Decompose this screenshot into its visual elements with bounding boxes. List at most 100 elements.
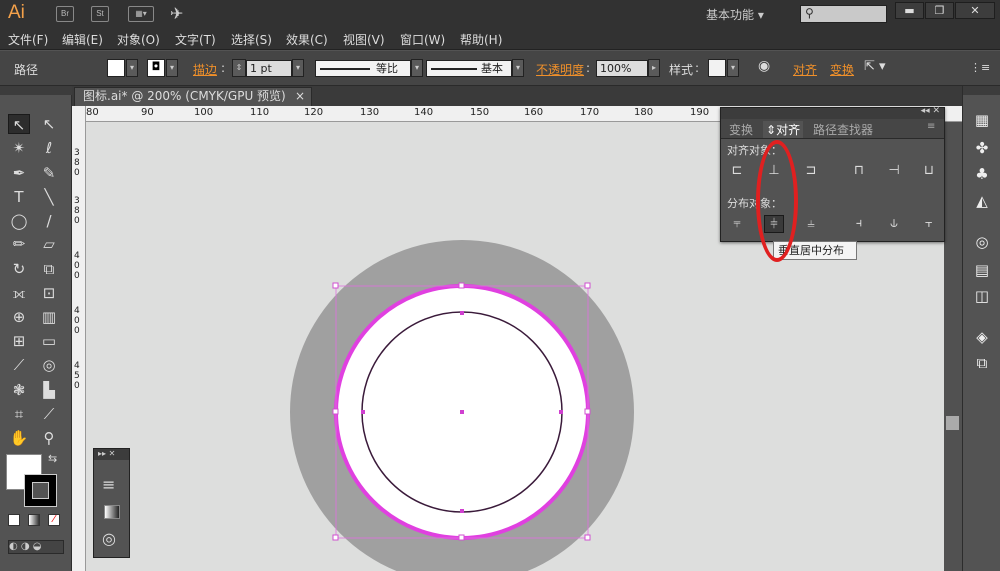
horizontal-align-left-icon[interactable]: ⊏ (727, 162, 747, 180)
scrollbar-thumb[interactable] (946, 416, 959, 430)
arrange-documents-icon[interactable]: ▦▾ (128, 6, 154, 22)
layers-icon[interactable]: ◈ (972, 327, 992, 347)
graph-tool-icon[interactable]: ▙ (38, 380, 60, 400)
magic-wand-icon[interactable]: ✴ (8, 138, 30, 158)
stroke-color-icon[interactable] (24, 474, 57, 507)
variable-width-profile[interactable]: 等比 (315, 60, 411, 77)
workspace-switcher[interactable]: 基本功能 ▾ (706, 6, 764, 23)
pen-tool-icon[interactable]: ✒ (8, 163, 30, 183)
search-input[interactable]: ⚲ (800, 5, 887, 23)
swap-colors-icon[interactable]: ⇆ (48, 452, 57, 465)
menu-view[interactable]: 视图(V) (343, 31, 385, 48)
gpu-performance-icon[interactable]: ✈ (170, 4, 183, 23)
document-tab[interactable]: 图标.ai* @ 200% (CMYK/GPU 预览) × (74, 87, 312, 106)
recolor-artwork-icon[interactable]: ◉ (758, 58, 770, 74)
tab-pathfinder[interactable]: 路径查找器 (813, 121, 873, 138)
fill-swatch[interactable] (107, 59, 125, 77)
restore-button[interactable]: ❐ (925, 2, 954, 19)
fill-dropdown[interactable]: ▾ (126, 59, 138, 77)
eyedropper-icon[interactable]: ⟋ (8, 355, 30, 375)
width-tool-icon[interactable]: ⟗ (8, 283, 30, 303)
opacity-dropdown[interactable]: ▸ (648, 59, 660, 77)
selection-tool-icon[interactable]: ↖ (8, 114, 30, 134)
gradient-panel-icon[interactable] (104, 505, 120, 519)
horizontal-distribute-right-icon[interactable]: ⫟ (919, 215, 939, 233)
transparency-panel-icon[interactable]: ◎ (102, 529, 116, 548)
horizontal-distribute-left-icon[interactable]: ⫞ (849, 215, 869, 233)
close-button[interactable]: ✕ (955, 2, 995, 19)
symbol-sprayer-icon[interactable]: ❃ (8, 380, 30, 400)
align-link[interactable]: 对齐 (793, 61, 817, 78)
menu-effect[interactable]: 效果(C) (286, 31, 328, 48)
curvature-tool-icon[interactable]: ✎ (38, 163, 60, 183)
eraser-icon[interactable]: ▱ (38, 234, 60, 254)
horizontal-align-right-icon[interactable]: ⊐ (801, 162, 821, 180)
appearance-icon[interactable]: ▤ (972, 260, 992, 280)
ellipse-tool-icon[interactable]: ◯ (8, 211, 30, 231)
shape-builder-icon[interactable]: ⊕ (8, 307, 30, 327)
isolate-icon[interactable]: ⇱ ▾ (864, 59, 886, 74)
menu-help[interactable]: 帮助(H) (460, 31, 502, 48)
pencil-icon[interactable]: ✏ (8, 234, 30, 254)
menu-window[interactable]: 窗口(W) (400, 31, 445, 48)
menu-type[interactable]: 文字(T) (175, 31, 216, 48)
symbols-icon[interactable]: ♣ (972, 164, 992, 184)
menu-edit[interactable]: 编辑(E) (62, 31, 103, 48)
swatches-icon[interactable]: ▦ (972, 110, 992, 130)
blend-tool-icon[interactable]: ◎ (38, 355, 60, 375)
scale-tool-icon[interactable]: ⧉ (38, 259, 60, 279)
paintbrush-icon[interactable]: / (38, 211, 60, 231)
graphic-style-dropdown[interactable]: ▾ (727, 59, 739, 77)
menu-object[interactable]: 对象(O) (117, 31, 160, 48)
profile-dropdown[interactable]: ▾ (411, 59, 423, 77)
graphic-style-swatch[interactable] (708, 59, 726, 77)
free-transform-icon[interactable]: ⊡ (38, 283, 60, 303)
stroke-weight-stepper[interactable]: ⇕ (232, 59, 246, 77)
vertical-scrollbar[interactable] (944, 122, 962, 571)
panel-menu-icon[interactable]: ⋮≡ (970, 61, 990, 74)
direct-selection-tool-icon[interactable]: ↖ (38, 114, 60, 134)
drawing-modes-icon[interactable]: ◐ ◑ ◒ (8, 540, 64, 554)
stroke-link[interactable]: 描边 (193, 61, 217, 78)
bridge-button[interactable]: Br (56, 6, 74, 22)
brush-definition[interactable]: 基本 (426, 60, 512, 77)
slice-tool-icon[interactable]: ⟋ (38, 404, 60, 424)
vertical-align-top-icon[interactable]: ⊓ (849, 162, 869, 180)
mesh-tool-icon[interactable]: ⊞ (8, 331, 30, 351)
stroke-weight-field[interactable]: 1 pt (246, 60, 292, 77)
hand-tool-icon[interactable]: ✋ (8, 428, 30, 448)
menu-select[interactable]: 选择(S) (231, 31, 272, 48)
perspective-grid-icon[interactable]: ▥ (38, 307, 60, 327)
artboards-icon[interactable]: ⧉ (972, 353, 992, 373)
tab-align[interactable]: ⇕对齐 (763, 121, 804, 138)
rotate-tool-icon[interactable]: ↻ (8, 259, 30, 279)
stroke-swatch[interactable]: ◘ (147, 59, 165, 77)
opacity-link[interactable]: 不透明度 (536, 61, 584, 78)
close-tab-icon[interactable]: × (295, 88, 305, 105)
cc-libraries-icon[interactable]: ◎ (972, 232, 992, 252)
artboard-tool-icon[interactable]: ⌗ (8, 404, 30, 424)
color-mode-icon[interactable] (8, 514, 20, 526)
vertical-align-center-icon[interactable]: ⊣ (884, 162, 904, 180)
tab-transform[interactable]: 变换 (729, 121, 753, 138)
stroke-dropdown[interactable]: ▾ (166, 59, 178, 77)
vertical-distribute-bottom-icon[interactable]: ⫨ (801, 215, 821, 233)
stock-button[interactable]: St (91, 6, 109, 22)
vertical-align-bottom-icon[interactable]: ⊔ (919, 162, 939, 180)
graphic-styles-icon[interactable]: ◭ (972, 191, 992, 211)
opacity-field[interactable]: 100% (596, 60, 648, 77)
brushes-icon[interactable]: ✤ (972, 138, 992, 158)
vertical-distribute-top-icon[interactable]: ⫧ (727, 215, 747, 233)
panel-menu-icon[interactable]: ≡ (927, 121, 935, 132)
gradient-tool-icon[interactable]: ▭ (38, 331, 60, 351)
line-tool-icon[interactable]: ╲ (38, 187, 60, 207)
stroke-weight-dropdown[interactable]: ▾ (292, 59, 304, 77)
none-mode-icon[interactable]: ⁄ (48, 514, 60, 526)
lasso-icon[interactable]: ℓ (38, 138, 60, 158)
transparency-icon[interactable]: ◫ (972, 286, 992, 306)
transform-link[interactable]: 变换 (830, 61, 854, 78)
align-panel-header[interactable]: ◂◂ ✕ (721, 106, 944, 119)
gradient-mode-icon[interactable] (28, 514, 40, 526)
brush-dropdown[interactable]: ▾ (512, 59, 524, 77)
zoom-tool-icon[interactable]: ⚲ (38, 428, 60, 448)
